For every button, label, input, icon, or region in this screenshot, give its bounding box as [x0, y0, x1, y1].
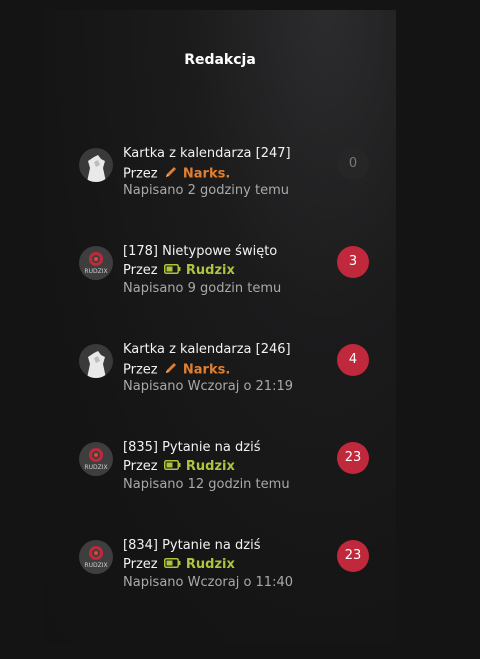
posted-time: Napisano Wczoraj o 21:19	[123, 379, 294, 394]
author-line: Przez Narks.	[123, 165, 230, 183]
author-name[interactable]: Rudzix	[186, 459, 235, 474]
post-title[interactable]: Kartka z kalendarza [247]	[123, 146, 291, 161]
editorial-panel: Redakcja Kartka z kalendarza [247] Przez	[44, 10, 396, 644]
comment-count-badge[interactable]: 23	[337, 540, 369, 572]
pencil-icon	[164, 165, 178, 183]
posted-time: Napisano 9 godzin temu	[123, 281, 282, 296]
author-name[interactable]: Rudzix	[186, 557, 235, 572]
by-label: Przez	[123, 459, 158, 474]
avatar-rudzix-image: RUDZIX	[79, 246, 113, 280]
posted-time: Napisano 2 godziny temu	[123, 183, 289, 198]
comment-count-badge[interactable]: 4	[337, 344, 369, 376]
by-label: Przez	[123, 166, 158, 182]
by-label: Przez	[123, 263, 158, 278]
panel-title: Redakcja	[184, 52, 256, 68]
avatar[interactable]: RUDZIX	[79, 442, 113, 476]
battery-icon	[163, 459, 181, 474]
page: Redakcja Kartka z kalendarza [247] Przez	[0, 0, 480, 659]
pencil-icon	[164, 361, 178, 379]
battery-icon	[163, 557, 181, 572]
posted-time: Napisano Wczoraj o 11:40	[123, 575, 294, 590]
post-item[interactable]: RUDZIX [835] Pytanie na dziś Przez Rudzi…	[79, 440, 379, 512]
battery-icon	[163, 263, 181, 278]
comment-count-badge[interactable]: 0	[337, 148, 369, 180]
author-name[interactable]: Rudzix	[186, 263, 235, 278]
avatar-label: RUDZIX	[84, 562, 107, 569]
post-item[interactable]: Kartka z kalendarza [246] Przez Narks. N…	[79, 342, 379, 414]
avatar-rudzix-image: RUDZIX	[79, 442, 113, 476]
author-name[interactable]: Narks.	[183, 363, 230, 378]
author-line: Przez Rudzix	[123, 557, 235, 572]
comment-count-badge[interactable]: 3	[337, 246, 369, 278]
avatar[interactable]: RUDZIX	[79, 540, 113, 574]
avatar[interactable]: RUDZIX	[79, 246, 113, 280]
by-label: Przez	[123, 557, 158, 572]
post-item[interactable]: Kartka z kalendarza [247] Przez Narks. N…	[79, 146, 379, 218]
post-title[interactable]: Kartka z kalendarza [246]	[123, 342, 291, 357]
avatar[interactable]	[79, 148, 113, 182]
avatar-label: RUDZIX	[84, 464, 107, 471]
by-label: Przez	[123, 362, 158, 378]
avatar[interactable]	[79, 344, 113, 378]
author-line: Przez Rudzix	[123, 459, 235, 474]
author-line: Przez Rudzix	[123, 263, 235, 278]
post-item[interactable]: RUDZIX [834] Pytanie na dziś Przez Rudzi…	[79, 538, 379, 610]
author-line: Przez Narks.	[123, 361, 230, 379]
posted-time: Napisano 12 godzin temu	[123, 477, 290, 492]
post-title[interactable]: [835] Pytanie na dziś	[123, 440, 260, 455]
avatar-narks-image	[79, 344, 113, 378]
post-title[interactable]: [834] Pytanie na dziś	[123, 538, 260, 553]
avatar-rudzix-image: RUDZIX	[79, 540, 113, 574]
avatar-narks-image	[79, 148, 113, 182]
comment-count-badge[interactable]: 23	[337, 442, 369, 474]
post-item[interactable]: RUDZIX [178] Nietypowe święto Przez Rudz…	[79, 244, 379, 316]
avatar-label: RUDZIX	[84, 268, 107, 275]
post-title[interactable]: [178] Nietypowe święto	[123, 244, 277, 259]
author-name[interactable]: Narks.	[183, 167, 230, 182]
